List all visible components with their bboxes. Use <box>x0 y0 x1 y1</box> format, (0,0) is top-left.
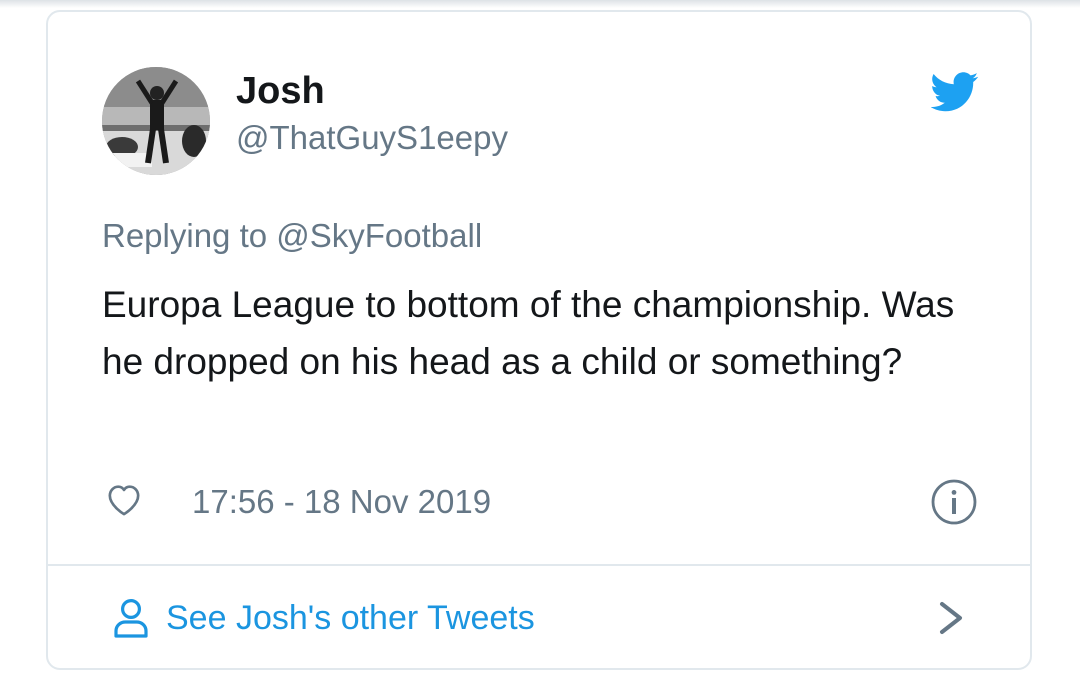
tweet-timestamp[interactable]: 17:56 - 18 Nov 2019 <box>192 480 491 524</box>
twitter-bird-icon[interactable] <box>931 72 979 112</box>
person-icon <box>114 599 148 638</box>
top-shadow-line <box>0 0 1080 8</box>
see-other-tweets-link[interactable]: See Josh's other Tweets <box>48 566 1030 668</box>
author-name[interactable]: Josh <box>236 68 325 114</box>
replying-to-label[interactable]: Replying to @SkyFootball <box>102 214 482 258</box>
info-icon[interactable] <box>930 478 978 526</box>
tweet-text: Europa League to bottom of the champions… <box>102 284 955 382</box>
avatar-image <box>102 67 210 175</box>
embedded-tweet-card[interactable]: Josh @ThatGuyS1eepy Replying to @SkyFoot… <box>46 10 1032 670</box>
see-other-tweets-label[interactable]: See Josh's other Tweets <box>166 596 535 640</box>
avatar[interactable] <box>102 67 210 175</box>
author-handle[interactable]: @ThatGuyS1eepy <box>236 116 508 160</box>
heart-icon[interactable] <box>104 480 144 520</box>
chevron-right-icon[interactable] <box>938 600 964 636</box>
